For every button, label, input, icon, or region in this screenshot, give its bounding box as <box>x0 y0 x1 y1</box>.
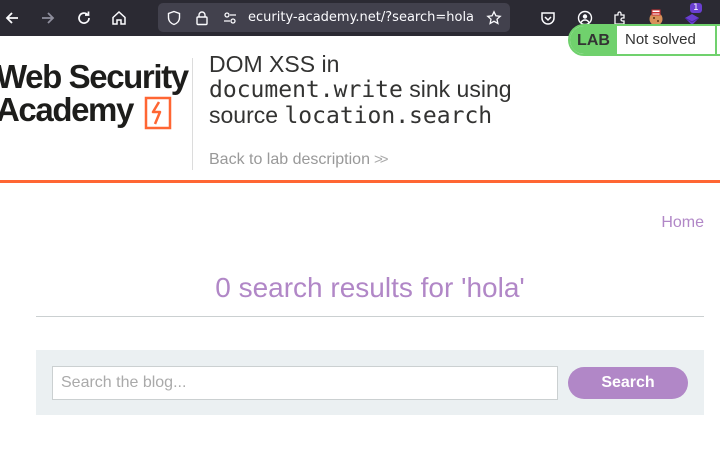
search-results-heading: 0 search results for 'hola' <box>215 272 525 303</box>
forward-arrow-icon[interactable] <box>36 6 60 30</box>
url-bar[interactable]: ecurity-academy.net/?search=hola <box>158 3 510 32</box>
lab-title: DOM XSS in document.write sink using sou… <box>209 52 559 129</box>
permissions-icon[interactable] <box>220 8 240 28</box>
pocket-icon[interactable] <box>536 6 560 30</box>
extension-badge: 1 <box>690 3 702 13</box>
back-to-lab-description-link[interactable]: Back to lab description >> <box>209 151 388 169</box>
search-input[interactable] <box>52 366 558 400</box>
title-code-sink: document.write <box>209 77 403 103</box>
lab-status-text: Not solved <box>625 31 696 48</box>
lab-header: Web Security Academy DOM XSS in document… <box>0 36 720 180</box>
shield-icon[interactable] <box>164 8 184 28</box>
bookmark-star-icon[interactable] <box>484 8 504 28</box>
home-icon[interactable] <box>107 6 131 30</box>
title-prefix: DOM XSS in <box>209 51 340 77</box>
lab-status-badge: LAB <box>570 26 617 54</box>
back-link-label: Back to lab description <box>209 151 370 168</box>
home-link[interactable]: Home <box>661 214 704 232</box>
title-code-source: location.search <box>284 103 493 129</box>
search-panel: Search <box>36 350 704 415</box>
lab-status-edge <box>715 24 717 56</box>
lab-status-widget: LAB Not solved <box>568 24 720 56</box>
header-divider <box>192 58 193 170</box>
title-source: source <box>209 102 279 128</box>
logo-line-1: Web Security <box>0 58 189 95</box>
lock-icon[interactable] <box>192 8 212 28</box>
results-divider <box>36 316 704 317</box>
web-security-academy-logo[interactable]: Web Security Academy <box>0 60 192 132</box>
search-button[interactable]: Search <box>568 367 688 399</box>
title-mid: sink using <box>409 76 512 102</box>
header-accent-bar <box>0 180 720 183</box>
back-arrow-icon[interactable] <box>0 6 24 30</box>
double-chevron-right-icon: >> <box>373 151 388 168</box>
logo-line-2: Academy <box>0 91 134 128</box>
logo-lightning-icon <box>144 96 172 130</box>
url-text[interactable]: ecurity-academy.net/?search=hola <box>248 9 484 26</box>
reload-icon[interactable] <box>72 6 96 30</box>
